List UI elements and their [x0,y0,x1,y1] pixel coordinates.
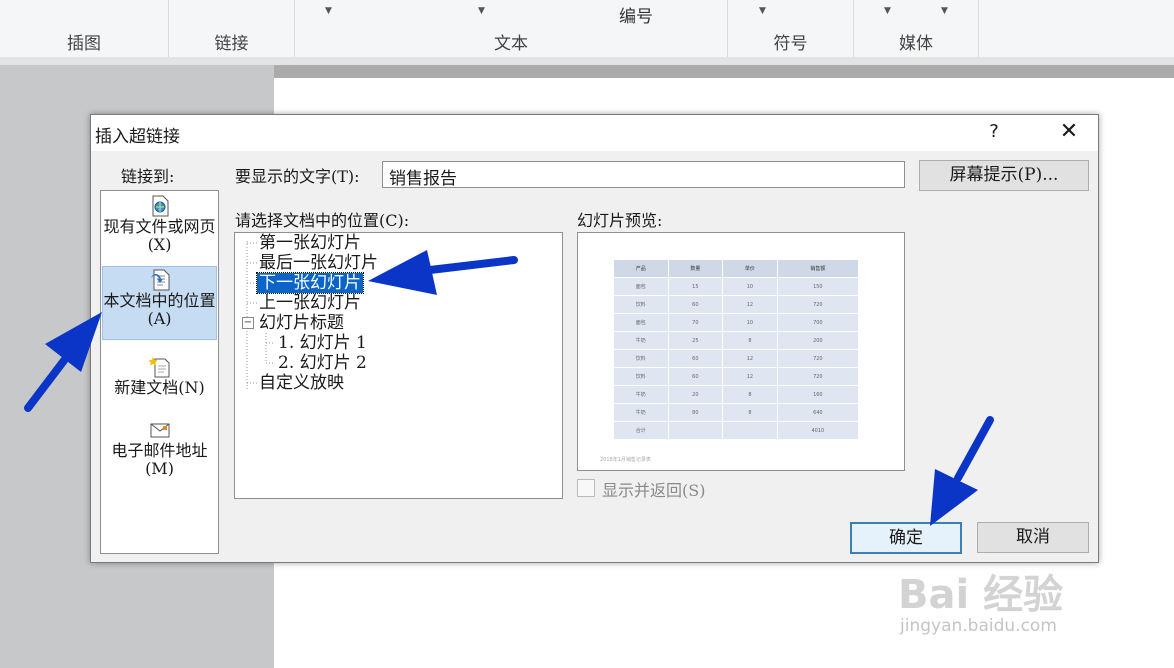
annotation-arrow-icon [24,312,102,412]
annotation-arrow-icon [368,250,518,295]
baidu-watermark-url: jingyan.baidu.com [900,616,1057,636]
annotation-arrow-icon [930,416,994,526]
baidu-watermark: Bai 经验 [898,572,1064,618]
